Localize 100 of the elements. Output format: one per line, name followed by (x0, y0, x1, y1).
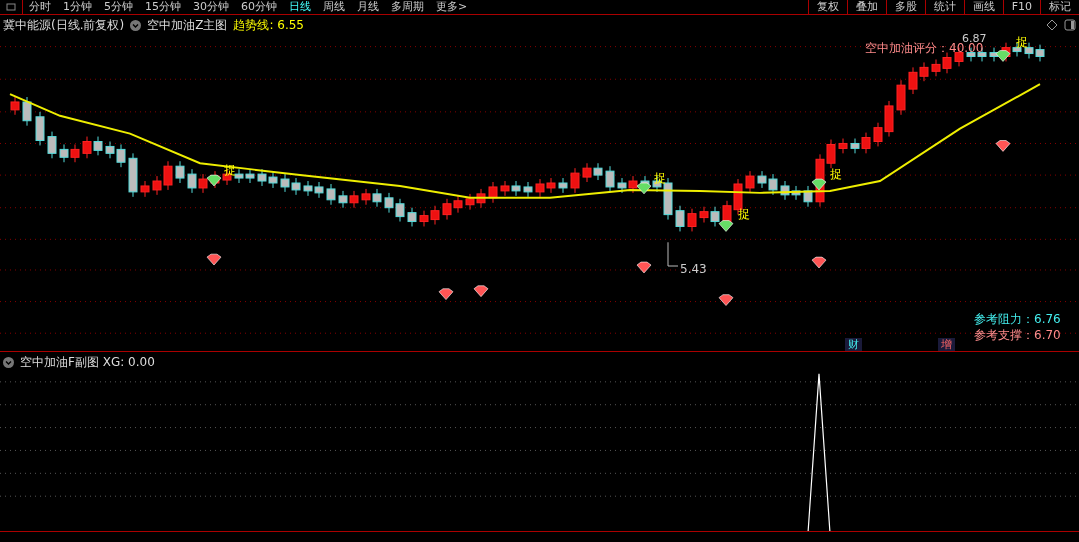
candlestick (349, 190, 359, 209)
period-tab[interactable]: 15分钟 (139, 0, 187, 14)
candlestick (768, 173, 778, 196)
toolbar-button[interactable]: 复权 (807, 0, 847, 14)
candlestick (303, 180, 313, 197)
candlestick (395, 198, 405, 223)
panel-icon[interactable] (1064, 19, 1076, 31)
diamond-icon (438, 288, 454, 300)
candlestick (931, 58, 941, 77)
candlestick (896, 79, 906, 116)
candlestick (245, 168, 255, 184)
candlestick (314, 181, 324, 199)
candlestick (757, 170, 767, 189)
candlestick (187, 168, 197, 194)
period-tab[interactable]: 周线 (317, 0, 351, 14)
diamond-icon (636, 182, 652, 195)
candlestick (687, 208, 697, 232)
toolbar-button[interactable]: F10 (1002, 0, 1040, 14)
period-tab[interactable]: 5分钟 (98, 0, 139, 14)
candlestick (35, 111, 45, 146)
candlestick (465, 193, 475, 211)
signal-label: 捉 (830, 168, 842, 180)
candlestick (919, 61, 929, 82)
candlestick (500, 180, 510, 197)
candlestick (175, 160, 185, 184)
low-price-label: 5.43 (680, 263, 707, 275)
candlestick (699, 206, 709, 224)
toolbar-button[interactable]: 统计 (924, 0, 964, 14)
diamond-icon (206, 174, 222, 187)
support-label: 参考支撑：6.70 (974, 329, 1061, 341)
period-tab[interactable]: 1分钟 (57, 0, 98, 14)
period-tab[interactable]: 多周期 (385, 0, 430, 14)
event-marker[interactable]: 增 (938, 338, 955, 351)
trend-value: 趋势线: 6.55 (233, 17, 304, 34)
candlestick (593, 162, 603, 181)
period-tab[interactable]: 60分钟 (235, 0, 283, 14)
toolbar-button[interactable]: 标记 (1040, 0, 1079, 14)
candlestick (338, 190, 348, 209)
candlestick (453, 195, 463, 214)
diamond-icon (473, 285, 489, 297)
candlestick (326, 183, 336, 206)
candlestick (59, 143, 69, 163)
candlestick (582, 162, 592, 183)
candlestick (488, 181, 498, 204)
stock-title: 冀中能源(日线.前复权) (3, 17, 125, 34)
diamond-icon[interactable] (1046, 19, 1058, 31)
chevron-icon[interactable] (3, 357, 14, 368)
candlestick (523, 181, 533, 198)
toolbar-button[interactable]: 叠加 (846, 0, 886, 14)
diamond-icon (636, 261, 652, 274)
period-tab[interactable]: 更多> (430, 0, 474, 14)
diamond-icon (995, 140, 1011, 152)
candlestick (745, 170, 755, 194)
period-tab[interactable]: 30分钟 (187, 0, 235, 14)
candlestick (710, 206, 720, 227)
candlestick (791, 185, 801, 201)
candlestick (803, 185, 813, 208)
candlestick (861, 132, 871, 154)
candlestick (280, 173, 290, 193)
candlestick (617, 177, 627, 194)
candlestick (372, 188, 382, 208)
candlestick (430, 205, 440, 225)
candlestick (234, 168, 244, 184)
candlestick (10, 96, 20, 116)
candlestick (116, 143, 126, 168)
candlestick (407, 207, 417, 227)
candlestick (105, 141, 115, 159)
candlestick (22, 96, 32, 127)
candlestick (546, 177, 556, 194)
indicator-name: 空中加油F副图 XG: 0.00 (20, 354, 155, 371)
candlestick (268, 171, 278, 189)
period-tab[interactable]: 分时 (23, 0, 57, 14)
toolbar-button[interactable]: 画线 (963, 0, 1003, 14)
candlestick (140, 180, 150, 198)
candlestick (419, 210, 429, 227)
signal-label: 捉 (738, 208, 750, 220)
candlestick (476, 188, 486, 209)
period-tab[interactable]: 日线 (283, 0, 317, 14)
event-marker[interactable]: 财 (845, 338, 862, 351)
candlestick (257, 168, 267, 187)
leader-line (667, 241, 679, 267)
candlestick (291, 177, 301, 196)
candlestick (384, 192, 394, 214)
diamond-icon (811, 256, 827, 269)
candlestick (1035, 44, 1045, 62)
high-price-label: 6.87 (962, 33, 987, 44)
candlestick (850, 138, 860, 154)
candlestick (442, 198, 452, 221)
chevron-icon[interactable] (130, 20, 142, 31)
diamond-icon (718, 220, 734, 232)
resistance-label: 参考阻力：6.76 (974, 313, 1061, 325)
candlestick (128, 152, 138, 198)
candlestick (628, 175, 638, 194)
signal-label: 捉 (1016, 36, 1028, 48)
candlestick (570, 167, 580, 194)
toolbar-button[interactable]: 多股 (885, 0, 925, 14)
candlestick (70, 143, 80, 163)
candlestick (675, 205, 685, 232)
diamond-icon (718, 294, 734, 306)
period-tab[interactable]: 月线 (351, 0, 385, 14)
